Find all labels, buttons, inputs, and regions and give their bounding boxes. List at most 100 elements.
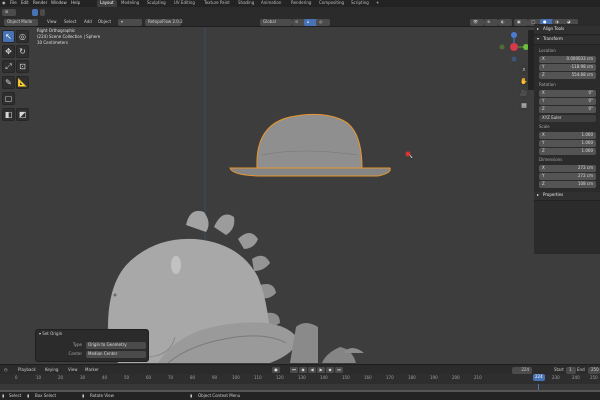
blender-logo-icon[interactable]: ◉ [2,0,6,6]
add-workspace-icon[interactable]: + [376,0,379,6]
tab-sculpting[interactable]: Sculpting [144,0,169,7]
timeline-editor-icon[interactable]: ◷ [4,367,8,373]
tab-animation[interactable]: Animation [258,0,284,7]
dimensions-y-field[interactable]: Y 272 cm [539,173,596,180]
measure-tool-icon[interactable]: 📐 [16,76,29,89]
tab-texture-paint[interactable]: Texture Paint [201,0,233,7]
status-rotate-view: Rotate View [90,393,114,398]
tick-label: 90 [212,375,218,380]
type-dropdown[interactable]: Origin to Geometry [86,342,146,349]
menu-render[interactable]: Render [33,0,47,6]
dimensions-x-field[interactable]: X 272 cm [539,165,596,172]
rotation-mode-dropdown[interactable]: XYZ Euler [539,115,596,122]
current-frame-field[interactable]: 224 [512,367,532,374]
start-field[interactable]: 1 [566,367,576,374]
menu-select[interactable]: Select [64,19,76,25]
navigation-gizmo[interactable] [498,31,530,63]
jump-start-icon[interactable]: ⏮ [290,367,298,373]
mode-dropdown[interactable]: Object Mode [4,19,38,26]
select-mode-icon[interactable] [40,9,45,16]
playhead-frame[interactable]: 224 [533,374,545,381]
tick-label: 170 [386,375,394,380]
tab-uv-editing[interactable]: UV Editing [171,0,198,7]
proportional-icon[interactable]: ◎ [316,19,330,26]
location-x-field[interactable]: X 0.000033 cm [539,56,596,63]
location-z-field[interactable]: Z 554.68 cm [539,72,596,79]
menu-edit[interactable]: Edit [21,0,29,6]
scale-tool-icon[interactable]: ⤢ [2,60,15,73]
visibility-icon[interactable]: 👁 [470,19,484,26]
retopoflow-button[interactable]: RetopoFlow 2.0.2 [145,19,183,26]
location-y-field[interactable]: Y -118.98 cm [539,64,596,71]
tab-layout[interactable]: Layout [97,0,117,7]
properties-header[interactable]: ▸ Properties [534,192,600,201]
menu-add[interactable]: Add [84,19,92,25]
origin-tool-icon[interactable]: ◧ [2,108,15,121]
xray-icon[interactable]: ▣ [514,19,528,26]
annotate-tool-icon[interactable]: ✎ [2,76,15,89]
menu-marker[interactable]: Marker [85,367,99,373]
scale-x-field[interactable]: X 1.000 [539,132,596,139]
cursor-tool-icon[interactable]: ◎ [16,30,29,43]
menu-view[interactable]: View [47,19,57,25]
dimensions-z-field[interactable]: Z 108 cm [539,181,596,188]
scale-y-field[interactable]: Y 1.000 [539,140,596,147]
tab-shading[interactable]: Shading [235,0,257,7]
rotation-y-field[interactable]: Y 0° [539,98,596,105]
units-line: 10 Centimeters [37,40,68,45]
add-cube-tool-icon[interactable]: ▢ [2,92,15,105]
transform-tool-icon[interactable]: ⊡ [16,60,29,73]
ortho-grid-icon[interactable]: ▦ [519,101,529,111]
end-field[interactable]: 250 [588,367,600,374]
tab-modeling[interactable]: Modeling [118,0,142,7]
menu-keying[interactable]: Keying [45,367,58,373]
top-menu-bar: ◉ File Edit Render Window Help Layout Mo… [0,0,600,7]
select-tool-icon[interactable]: ↖ [2,30,15,43]
viewport-canvas[interactable] [0,27,534,363]
rotation-x-field[interactable]: X 0° [539,90,596,97]
shear-tool-icon[interactable]: ◩ [16,108,29,121]
viewport-info: Right Orthographic (224) Scene Collectio… [37,28,100,46]
status-box-select: Box Select [35,393,57,398]
overlay-icon[interactable]: ◐ [498,19,512,26]
play-reverse-icon[interactable]: ◀ [308,367,316,373]
rotation-z-field[interactable]: Z 0° [539,106,596,113]
select-box-icon[interactable] [32,9,38,16]
bowler-hat-object [229,113,391,177]
tick-label: 80 [190,375,196,380]
location-label: Location [539,48,556,53]
menu-playback[interactable]: Playback [18,367,36,373]
tab-compositing[interactable]: Compositing [316,0,347,7]
menu-help[interactable]: Help [71,0,80,6]
object-extras[interactable]: ▾ [118,19,142,26]
gizmo-toggle-icon[interactable]: ⊕ [484,19,498,26]
scale-z-field[interactable]: Z 1.000 [539,148,596,155]
move-tool-icon[interactable]: ✥ [2,45,15,58]
tick-label: 150 [342,375,350,380]
next-key-icon[interactable]: ◆ [326,367,334,373]
tick-label: 200 [452,375,460,380]
set-origin-title[interactable]: ▾ Set Origin [39,331,62,337]
tick-label: 190 [430,375,438,380]
menu-timeline-view[interactable]: View [68,367,78,373]
status-select: Select [9,393,22,398]
status-context-menu: Object Context Menu [198,393,241,398]
menu-file[interactable]: File [10,0,17,6]
status-bar: ▮ Select ▮ Box Select ▮ Rotate View ▮ Ob… [0,392,600,400]
timeline-ruler[interactable]: 0 10 20 30 40 50 60 70 80 90 100 110 120… [0,374,600,384]
timeline-track[interactable] [0,384,600,392]
tab-rendering[interactable]: Rendering [288,0,314,7]
menu-window[interactable]: Window [51,0,67,6]
center-dropdown[interactable]: Median Center [86,351,146,358]
tab-scripting[interactable]: Scripting [348,0,372,7]
align-tools-header[interactable]: ▸ Align Tools [534,26,600,35]
menu-object[interactable]: Object [98,19,111,25]
rotate-tool-icon[interactable]: ↻ [16,45,29,58]
camera-view-icon[interactable]: 🎥 [519,89,529,99]
prev-key-icon[interactable]: ◆ [299,367,307,373]
jump-end-icon[interactable]: ⏭ [335,367,343,373]
record-icon[interactable]: ● [272,367,280,373]
orientation-dropdown[interactable]: Global [260,19,292,26]
transform-header[interactable]: ▾ Transform [534,36,600,45]
play-icon[interactable]: ▶ [317,367,325,373]
